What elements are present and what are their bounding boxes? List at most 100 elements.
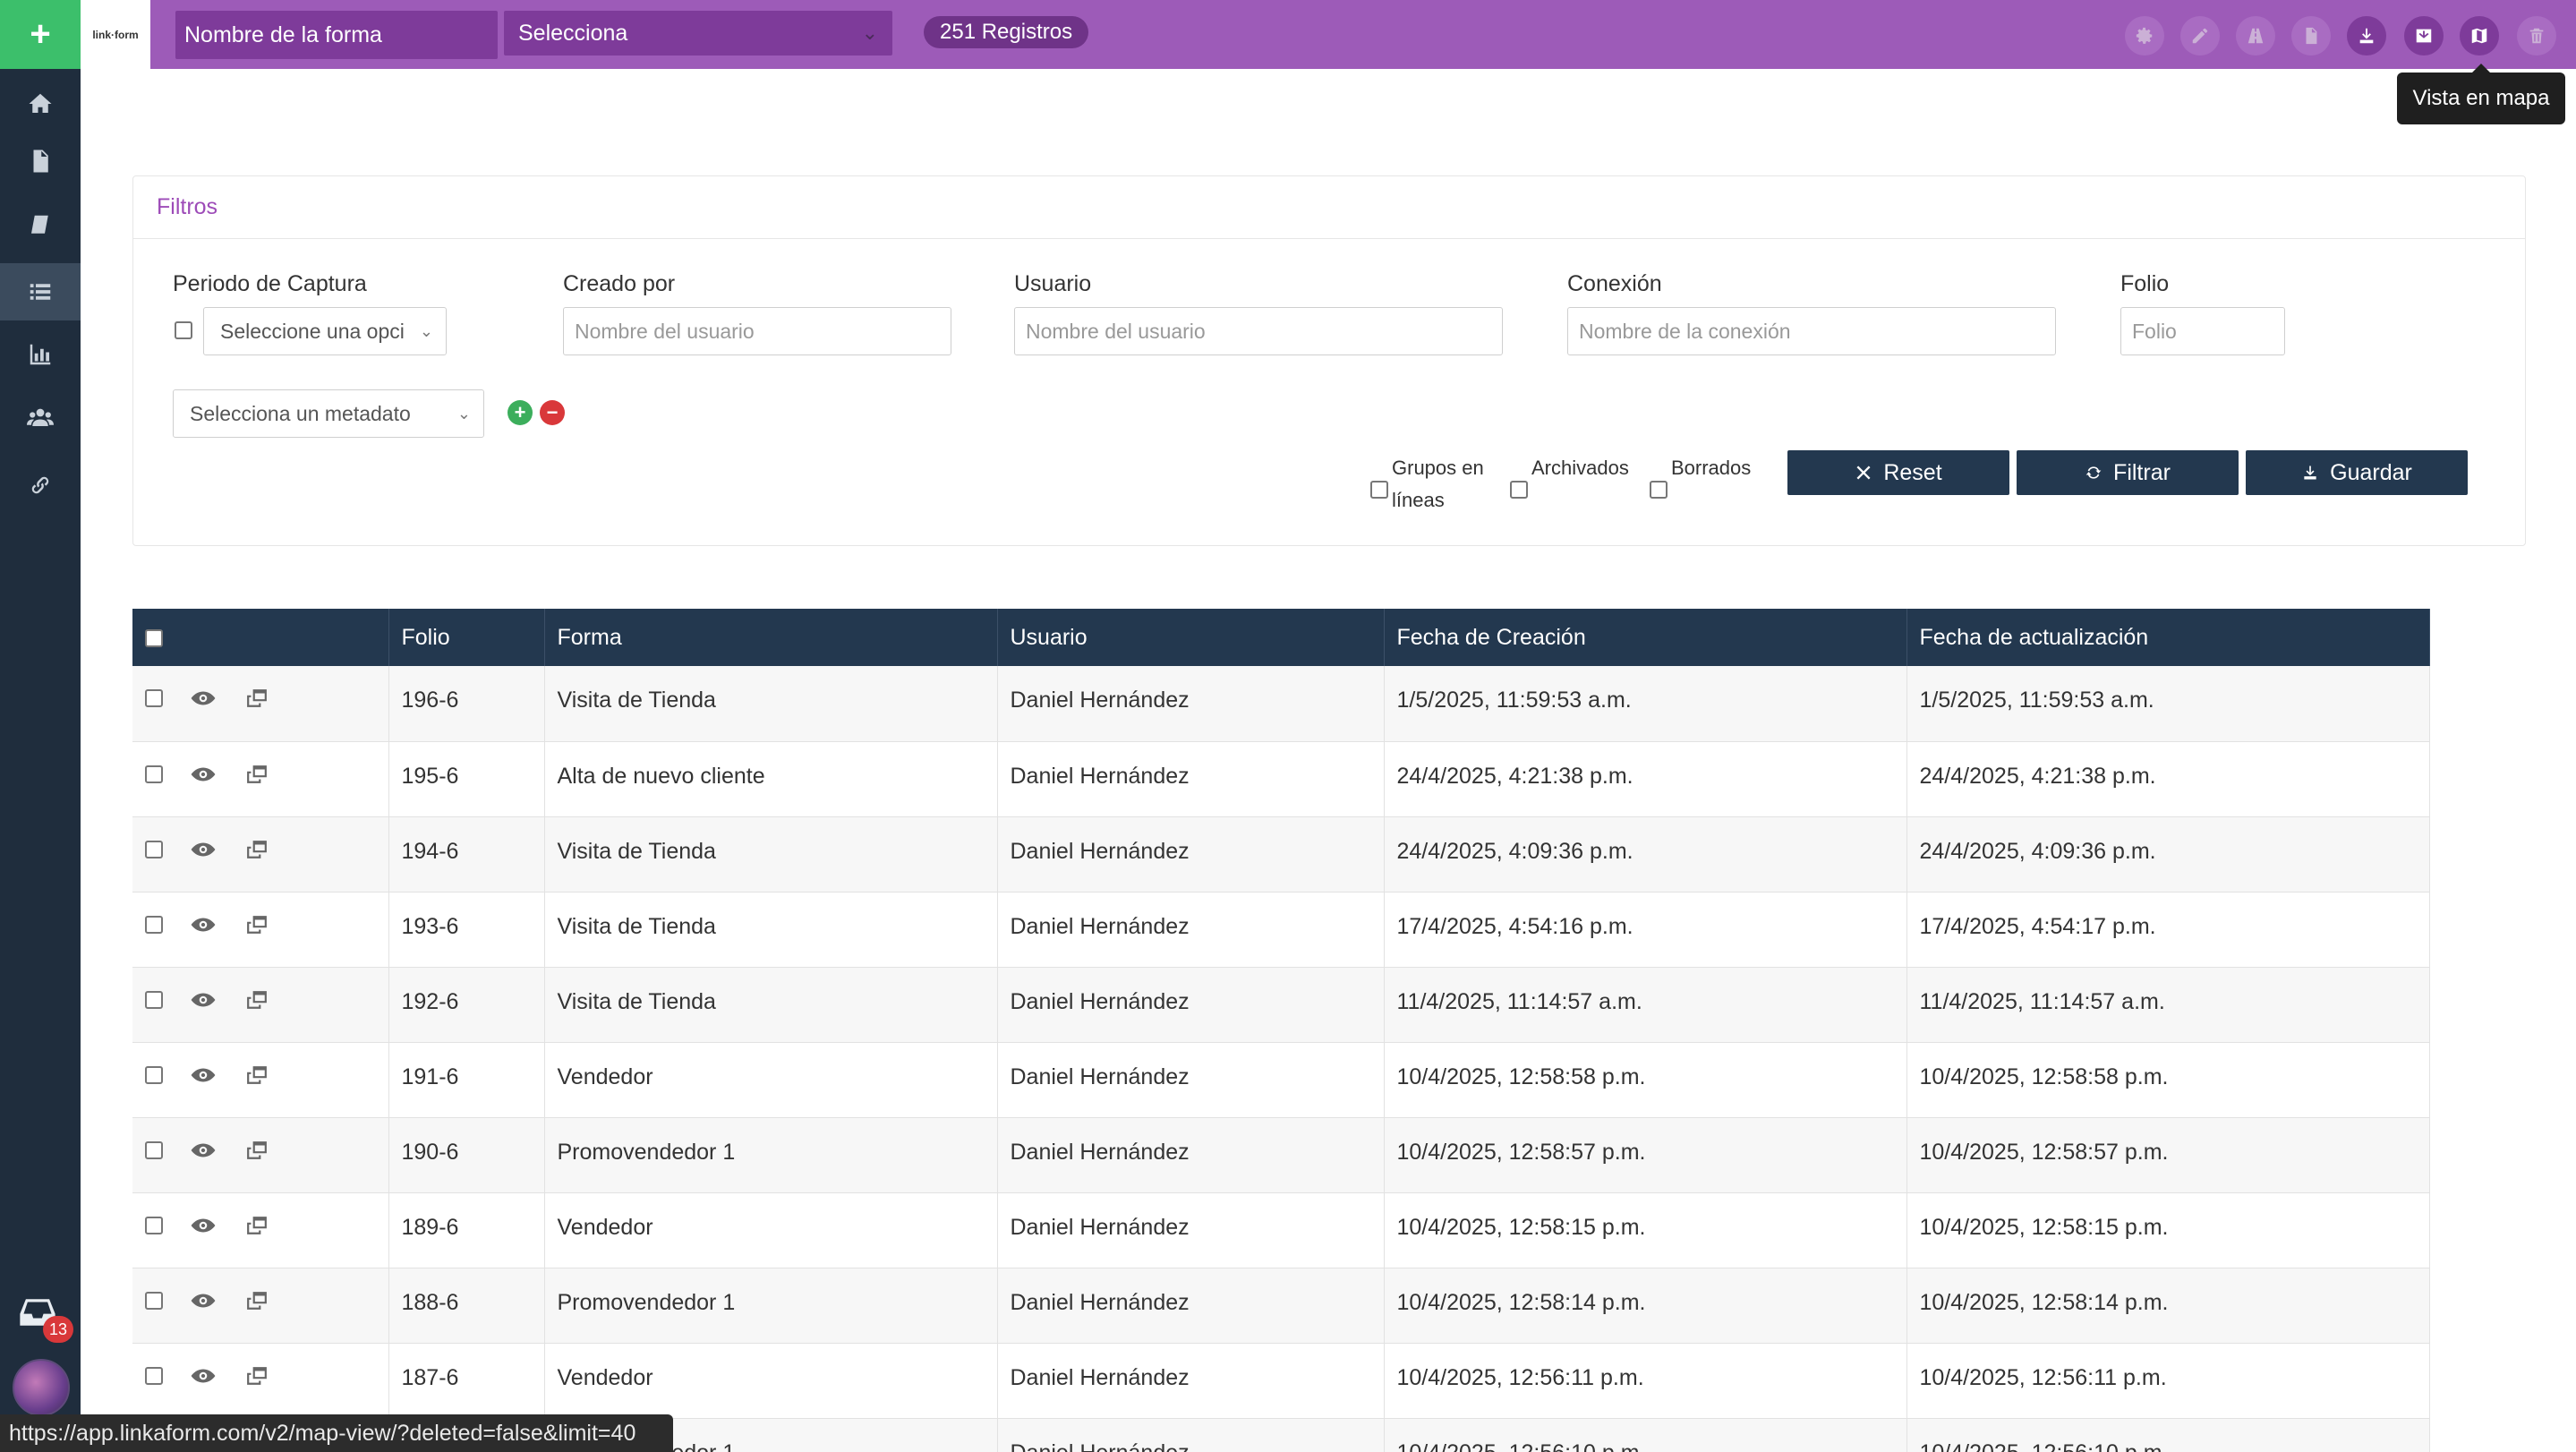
gear-icon[interactable] xyxy=(2125,16,2164,56)
cell-folio[interactable]: 187-6 xyxy=(388,1343,545,1419)
borrados-checkbox[interactable] xyxy=(1650,481,1668,499)
header-forma[interactable]: Forma xyxy=(544,609,998,666)
book-icon[interactable] xyxy=(0,197,81,254)
row-checkbox[interactable] xyxy=(145,1065,163,1084)
archivados-checkbox[interactable] xyxy=(1510,481,1528,499)
archivados-label: Archivados xyxy=(1531,457,1629,479)
remove-metadata-button[interactable]: − xyxy=(540,400,565,425)
eye-icon[interactable] xyxy=(190,1290,217,1311)
close-icon xyxy=(1856,465,1871,480)
cell-folio[interactable]: 194-6 xyxy=(388,816,545,893)
row-checkbox[interactable] xyxy=(145,1140,163,1159)
add-metadata-button[interactable]: + xyxy=(508,400,533,425)
row-checkbox[interactable] xyxy=(145,840,163,858)
cell-folio[interactable]: 192-6 xyxy=(388,967,545,1043)
table-row[interactable]: 190-6 Promovendedor 1 Daniel Hernández 10/4… xyxy=(132,1117,2430,1193)
usuario-input[interactable]: Nombre del usuario xyxy=(1014,307,1503,355)
external-window-icon[interactable] xyxy=(243,1215,270,1236)
row-checkbox[interactable] xyxy=(145,764,163,783)
users-icon[interactable] xyxy=(0,389,81,446)
conexion-input[interactable]: Nombre de la conexión xyxy=(1567,307,2056,355)
cell-folio[interactable]: 196-6 xyxy=(388,666,545,742)
metadato-select[interactable]: Selecciona un metadato ⌄ xyxy=(173,389,484,438)
external-window-icon[interactable] xyxy=(243,764,270,785)
grupos-checkbox[interactable] xyxy=(1370,481,1388,499)
table-row[interactable]: 195-6 Alta de nuevo cliente Daniel Hernánd… xyxy=(132,741,2430,817)
reset-button[interactable]: Reset xyxy=(1787,450,2009,495)
row-checkbox[interactable] xyxy=(145,1366,163,1385)
table-row[interactable]: 192-6 Visita de Tienda Daniel Hernández 11/… xyxy=(132,967,2430,1043)
reset-label: Reset xyxy=(1883,459,1942,485)
pencil-icon[interactable] xyxy=(2180,16,2220,56)
archive-icon[interactable] xyxy=(2404,16,2444,56)
table-row[interactable]: 187-6 Vendedor Daniel Hernández 10/4/2025, … xyxy=(132,1343,2430,1419)
eye-icon[interactable] xyxy=(190,839,217,860)
eye-icon[interactable] xyxy=(190,1365,217,1387)
row-actions-cell xyxy=(132,1042,389,1118)
row-checkbox[interactable] xyxy=(145,915,163,934)
eye-icon[interactable] xyxy=(190,1215,217,1236)
logo[interactable]: link·form xyxy=(81,0,150,69)
map-icon[interactable] xyxy=(2460,16,2499,56)
add-button[interactable]: + xyxy=(0,0,81,69)
external-window-icon[interactable] xyxy=(243,839,270,860)
cell-folio[interactable]: 188-6 xyxy=(388,1268,545,1344)
list-icon[interactable] xyxy=(0,263,81,320)
eye-icon[interactable] xyxy=(190,1064,217,1086)
cell-folio[interactable]: 195-6 xyxy=(388,741,545,817)
table-row[interactable]: 191-6 Vendedor Daniel Hernández 10/4/2025, … xyxy=(132,1042,2430,1118)
table-row[interactable]: 196-6 Visita de Tienda Daniel Hernández 1/5… xyxy=(132,666,2430,742)
row-checkbox[interactable] xyxy=(145,990,163,1009)
external-window-icon[interactable] xyxy=(243,914,270,935)
table-row[interactable]: 194-6 Visita de Tienda Daniel Hernández 24/… xyxy=(132,816,2430,893)
folio-input[interactable]: Folio xyxy=(2120,307,2285,355)
external-window-icon[interactable] xyxy=(243,1290,270,1311)
form-select[interactable]: Selecciona ⌄ xyxy=(504,11,892,56)
external-window-icon[interactable] xyxy=(243,989,270,1011)
guardar-button[interactable]: Guardar xyxy=(2246,450,2468,495)
cell-usuario: Daniel Hernández xyxy=(997,666,1385,742)
periodo-select[interactable]: Seleccione una opci ⌄ xyxy=(203,307,447,355)
eye-icon[interactable] xyxy=(190,764,217,785)
file-icon[interactable] xyxy=(2291,16,2331,56)
row-checkbox[interactable] xyxy=(145,1291,163,1310)
eye-icon[interactable] xyxy=(190,914,217,935)
eye-icon[interactable] xyxy=(190,989,217,1011)
link-icon[interactable] xyxy=(0,457,81,514)
header-fecha-creacion[interactable]: Fecha de Creación xyxy=(1384,609,1907,666)
creado-por-input[interactable]: Nombre del usuario xyxy=(563,307,951,355)
table-row[interactable]: 193-6 Visita de Tienda Daniel Hernández 17/… xyxy=(132,892,2430,968)
header-usuario[interactable]: Usuario xyxy=(997,609,1385,666)
header-fecha-actualizacion[interactable]: Fecha de actualización xyxy=(1906,609,2430,666)
row-checkbox[interactable] xyxy=(145,689,163,707)
trash-icon[interactable] xyxy=(2517,16,2556,56)
eye-icon[interactable] xyxy=(190,1140,217,1161)
table-row[interactable]: 188-6 Promovendedor 1 Daniel Hernández 10/4… xyxy=(132,1268,2430,1344)
grupos-label-line2: líneas xyxy=(1392,489,1445,511)
external-window-icon[interactable] xyxy=(243,688,270,709)
cell-folio[interactable]: 193-6 xyxy=(388,892,545,968)
eye-icon[interactable] xyxy=(190,688,217,709)
cell-folio[interactable]: 189-6 xyxy=(388,1192,545,1268)
filters-title[interactable]: Filtros xyxy=(133,176,2525,239)
cell-usuario: Daniel Hernández xyxy=(997,967,1385,1043)
avatar[interactable] xyxy=(13,1359,70,1416)
home-icon[interactable] xyxy=(0,75,81,132)
external-window-icon[interactable] xyxy=(243,1365,270,1387)
cell-folio[interactable]: 191-6 xyxy=(388,1042,545,1118)
external-window-icon[interactable] xyxy=(243,1064,270,1086)
select-all-checkbox[interactable] xyxy=(145,628,163,647)
periodo-checkbox[interactable] xyxy=(175,321,192,339)
row-checkbox[interactable] xyxy=(145,1216,163,1234)
download-icon[interactable] xyxy=(2347,16,2386,56)
filtrar-button[interactable]: Filtrar xyxy=(2017,450,2239,495)
document-icon[interactable] xyxy=(0,132,81,190)
chart-icon[interactable] xyxy=(0,326,81,383)
cell-folio[interactable]: 190-6 xyxy=(388,1117,545,1193)
cell-fecha-creacion: 10/4/2025, 12:58:14 p.m. xyxy=(1384,1268,1907,1344)
road-icon[interactable] xyxy=(2236,16,2275,56)
table-row[interactable]: 189-6 Vendedor Daniel Hernández 10/4/2025, … xyxy=(132,1192,2430,1268)
form-name-input[interactable]: Nombre de la forma xyxy=(175,11,498,59)
external-window-icon[interactable] xyxy=(243,1140,270,1161)
header-folio[interactable]: Folio xyxy=(388,609,545,666)
